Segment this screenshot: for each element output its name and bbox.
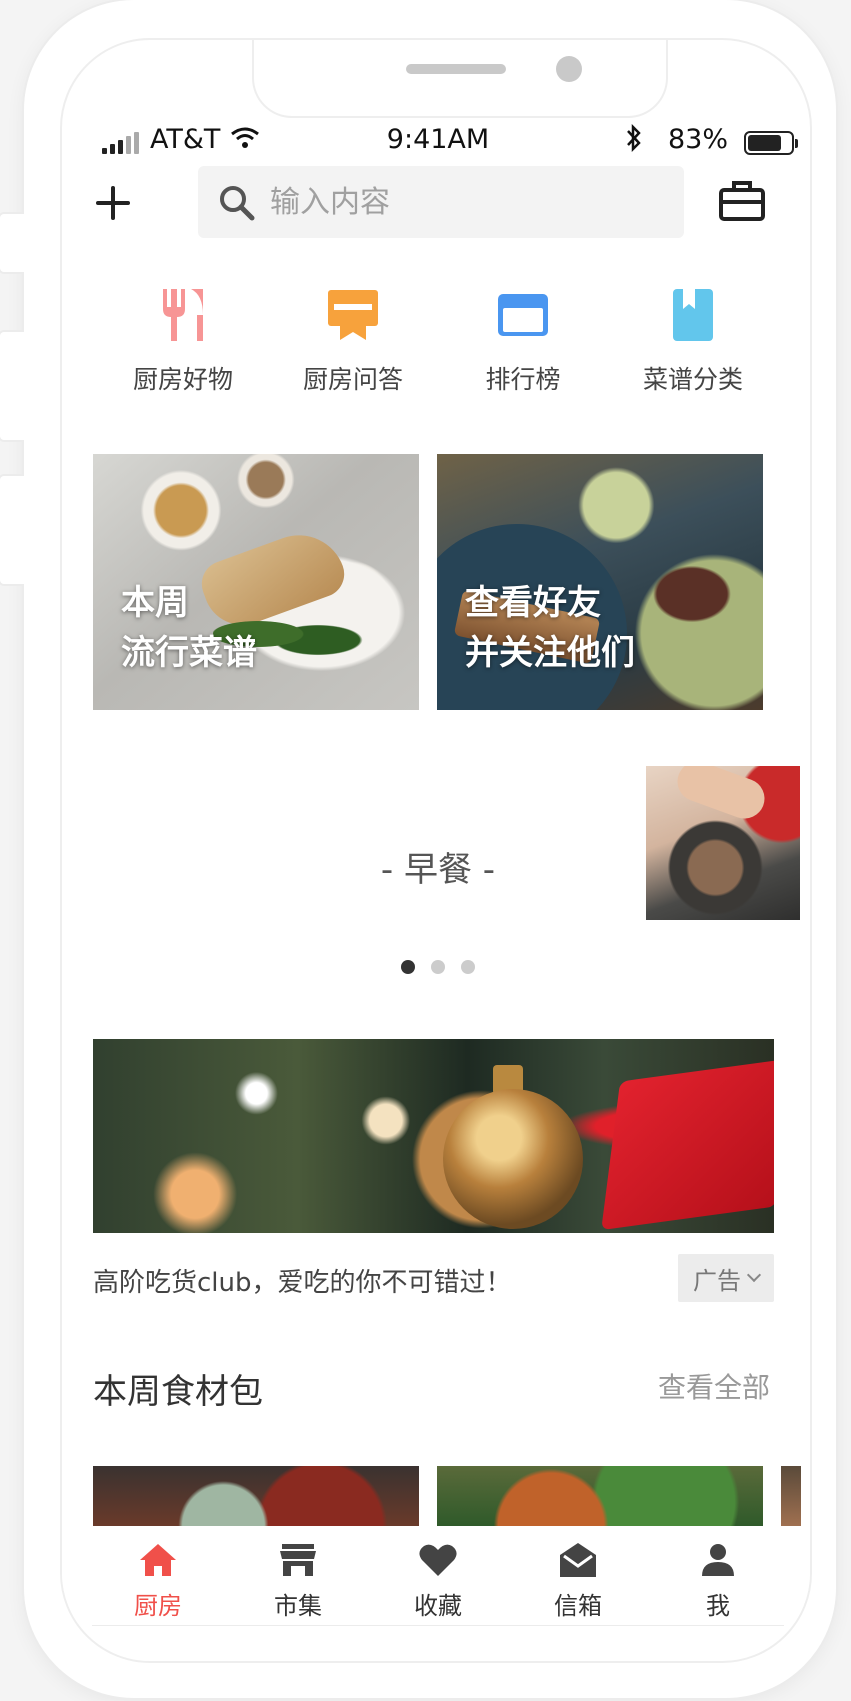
card-title: 本周 流行菜谱	[121, 578, 257, 678]
category-ranking[interactable]: 排行榜	[438, 278, 608, 398]
bluetooth-icon	[624, 123, 644, 159]
category-label: 排行榜	[485, 365, 561, 394]
carousel-dots[interactable]	[62, 960, 810, 974]
heart-icon	[418, 1538, 458, 1582]
category-label: 菜谱分类	[642, 365, 743, 394]
user-icon	[698, 1538, 738, 1582]
search-bar[interactable]	[198, 166, 684, 238]
search-input[interactable]	[270, 178, 670, 226]
side-button	[0, 474, 24, 586]
carousel-dot[interactable]	[431, 960, 445, 974]
mail-icon	[558, 1538, 598, 1582]
ad-badge-label: 广告	[693, 1266, 741, 1295]
category-row: 厨房好物 厨房问答 排行榜 菜谱分类	[98, 278, 778, 398]
tab-mailbox[interactable]: 信箱	[508, 1526, 648, 1626]
side-button	[0, 212, 24, 274]
plus-icon[interactable]	[92, 182, 134, 224]
tab-label: 市集	[274, 1592, 322, 1620]
tab-label: 我	[706, 1592, 730, 1620]
side-button	[0, 330, 24, 442]
battery-icon	[744, 131, 798, 155]
section-title: 本周食材包	[93, 1372, 263, 1412]
ingredient-pack-card[interactable]	[93, 1466, 419, 1526]
card-icon	[438, 278, 608, 352]
card-title-line: 查看好友	[465, 583, 601, 623]
screen: AT&T 9:41AM 83% 输入内容 厨房好物 厨房问答 排行榜 菜谱分类 …	[60, 38, 812, 1663]
card-title-line: 流行菜谱	[121, 633, 257, 673]
category-kitchen-goods[interactable]: 厨房好物	[98, 278, 268, 398]
carousel-dot[interactable]	[401, 960, 415, 974]
speaker	[406, 64, 506, 74]
home-icon	[138, 1538, 178, 1582]
ad-text[interactable]: 高阶吃货club，爱吃的你不可错过！	[93, 1262, 512, 1299]
tab-label: 收藏	[414, 1592, 462, 1620]
food-photo	[671, 766, 771, 825]
ad-banner[interactable]	[93, 1039, 774, 1233]
store-icon	[278, 1538, 318, 1582]
tab-bar: 厨房 市集 收藏 信箱 我	[62, 1526, 810, 1626]
ornament-photo	[443, 1089, 583, 1229]
tab-me[interactable]: 我	[648, 1526, 788, 1626]
briefcase-icon[interactable]	[718, 178, 766, 226]
carousel-dot[interactable]	[461, 960, 475, 974]
category-recipe-types[interactable]: 菜谱分类	[608, 278, 778, 398]
tab-kitchen[interactable]: 厨房	[88, 1526, 228, 1626]
chevron-down-icon	[746, 1267, 762, 1283]
tab-label: 厨房	[134, 1592, 182, 1620]
food-photo	[637, 554, 747, 634]
card-title-line: 并关注他们	[465, 633, 635, 673]
camera	[556, 56, 582, 82]
ad-badge[interactable]: 广告	[678, 1254, 774, 1302]
notch	[252, 40, 668, 118]
status-bar: AT&T 9:41AM 83%	[62, 120, 810, 160]
ingredient-pack-card[interactable]	[781, 1466, 801, 1526]
battery-percent: 83%	[668, 124, 729, 155]
qa-badge-icon	[268, 278, 438, 352]
tab-market[interactable]: 市集	[228, 1526, 368, 1626]
category-label: 厨房好物	[132, 365, 233, 394]
phone-frame: AT&T 9:41AM 83% 输入内容 厨房好物 厨房问答 排行榜 菜谱分类 …	[0, 0, 836, 1698]
ribbon-photo	[601, 1057, 774, 1231]
fork-knife-icon	[98, 278, 268, 352]
tab-favorites[interactable]: 收藏	[368, 1526, 508, 1626]
ingredient-pack-card[interactable]	[437, 1466, 763, 1526]
bookmark-book-icon	[608, 278, 778, 352]
featured-card-friends[interactable]: 查看好友 并关注他们	[437, 454, 763, 710]
tab-label: 信箱	[554, 1592, 602, 1620]
view-all-link[interactable]: 查看全部	[658, 1366, 770, 1406]
search-icon	[218, 184, 256, 226]
category-kitchen-qa[interactable]: 厨房问答	[268, 278, 438, 398]
category-label: 厨房问答	[302, 365, 403, 394]
card-title: 查看好友 并关注他们	[465, 578, 635, 678]
carousel-thumbnail[interactable]	[646, 766, 800, 920]
card-title-line: 本周	[121, 583, 189, 623]
featured-card-weekly-recipes[interactable]: 本周 流行菜谱	[93, 454, 419, 710]
